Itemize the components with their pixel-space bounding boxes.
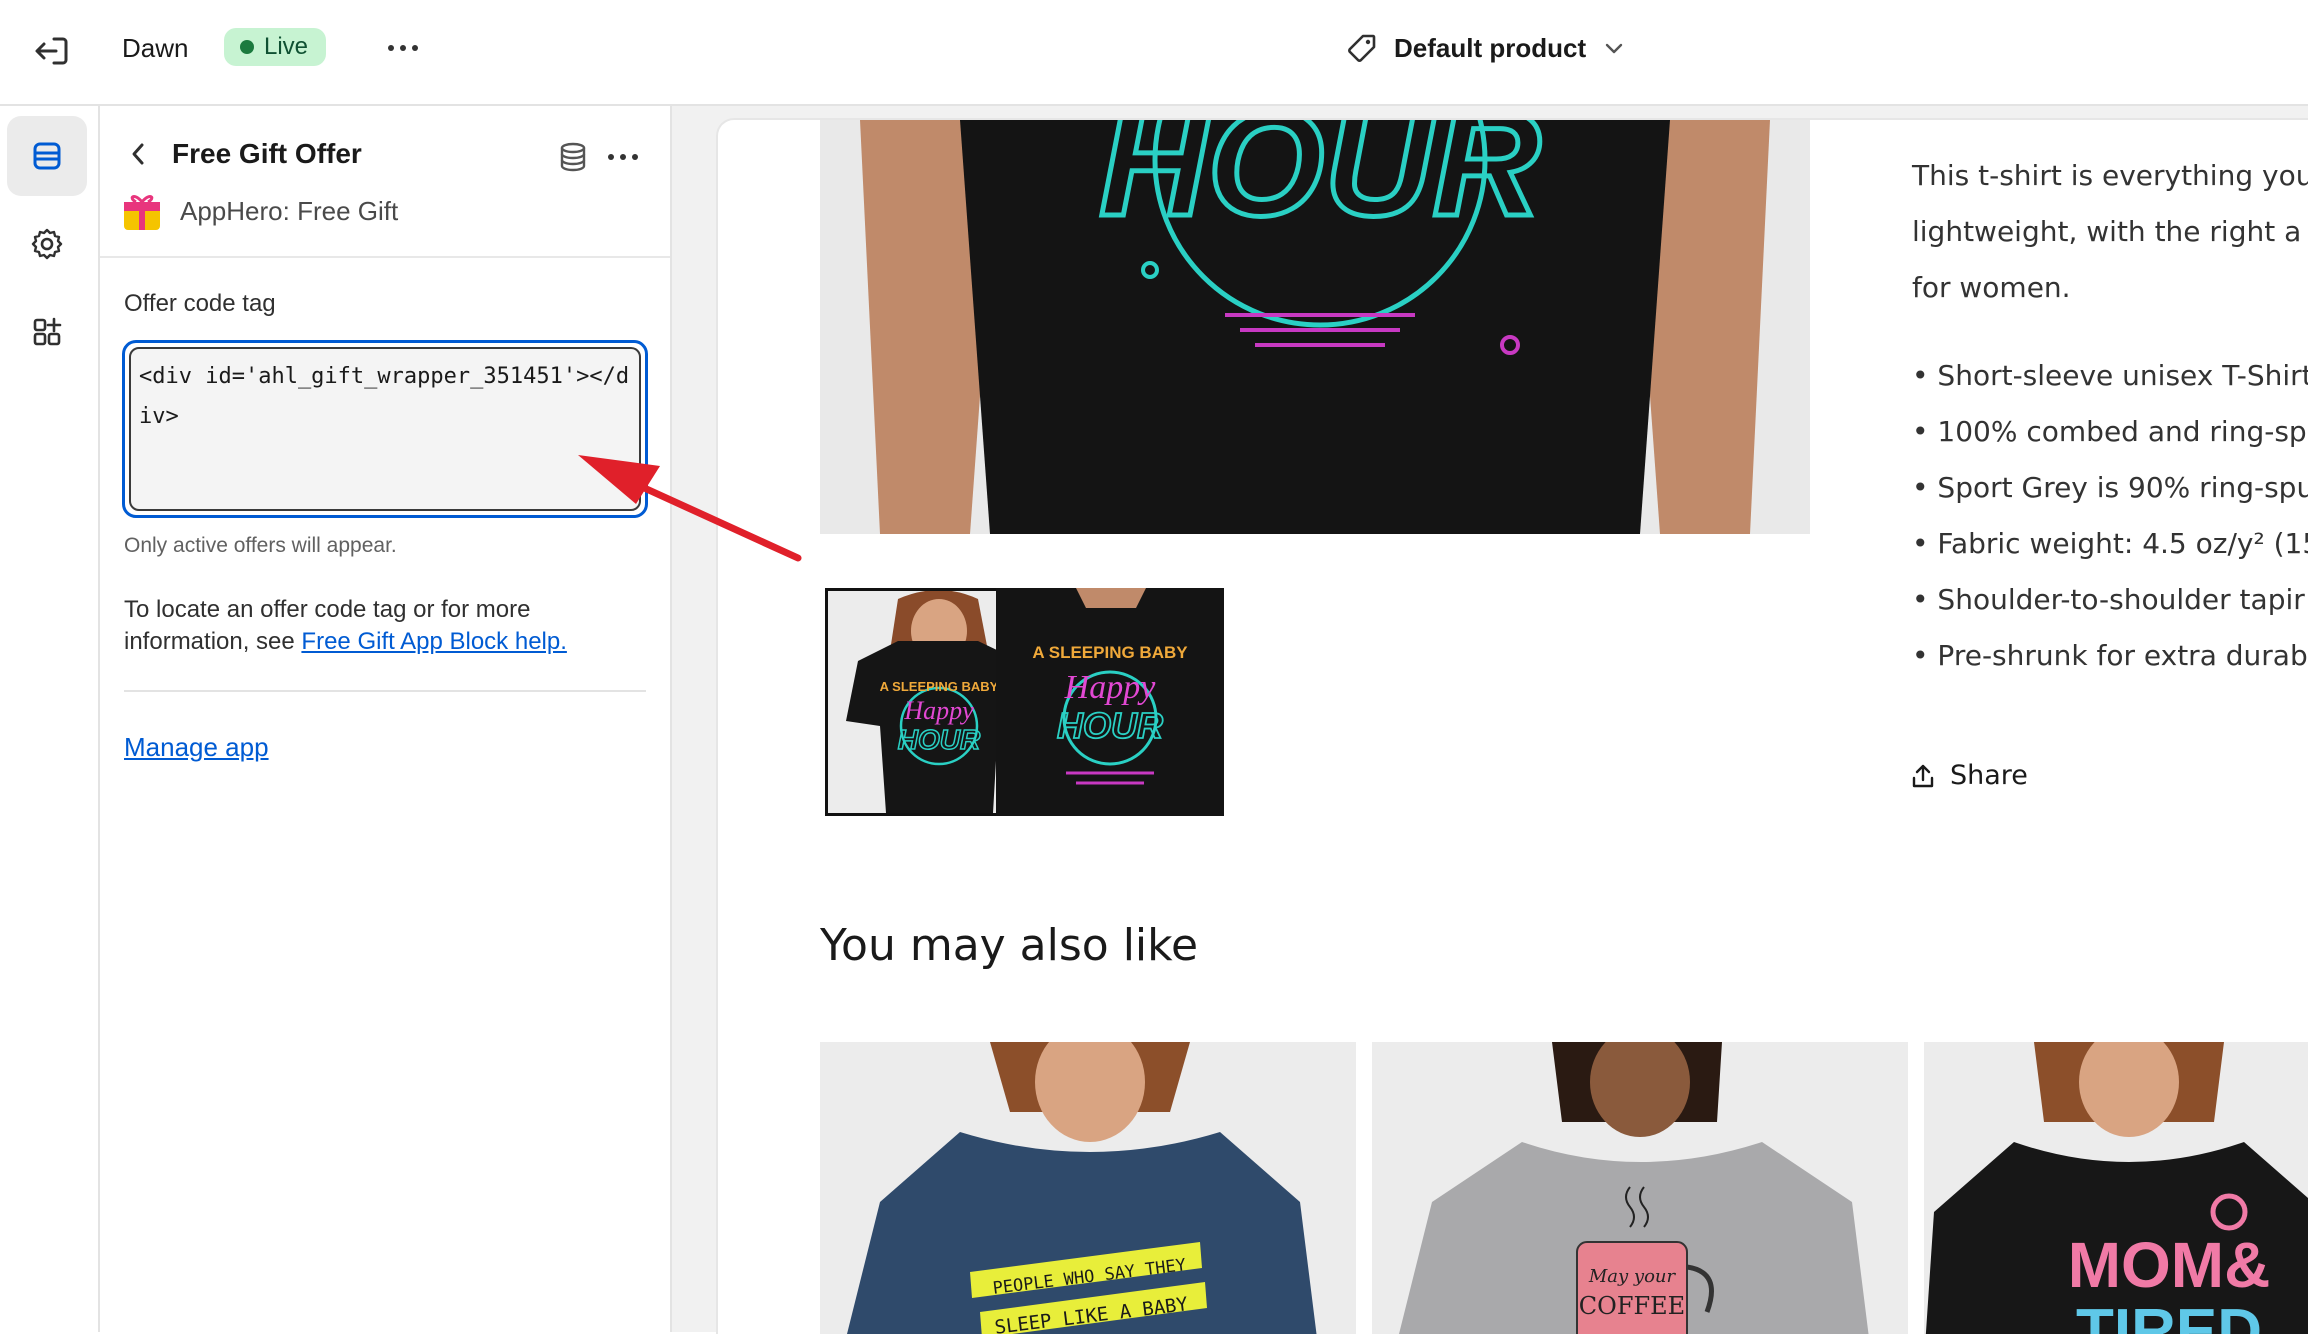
card-2-line2: COFFEE — [1579, 1292, 1685, 1320]
card-3-line2: TIRED — [2076, 1297, 2262, 1334]
product-template-select[interactable]: Default product — [1346, 26, 1626, 70]
live-label: Live — [264, 33, 309, 60]
database-icon[interactable] — [556, 140, 590, 174]
description-line: lightweight, with the right a — [1912, 215, 2302, 248]
thumb-2-line3: HOUR — [1057, 705, 1163, 746]
thumb-2-line1: A SLEEPING BABY — [1032, 643, 1188, 662]
main-product-image: HOUR — [820, 120, 1810, 534]
more-actions-button[interactable] — [382, 32, 424, 64]
live-status-badge: Live — [224, 28, 327, 66]
block-settings-panel: Free Gift Offer AppHero: Free Gift Offer… — [100, 106, 672, 1332]
share-button[interactable]: Share — [1910, 760, 2028, 791]
card-3-line1: MOM& — [2068, 1229, 2271, 1301]
offer-code-tag-label: Offer code tag — [124, 290, 276, 317]
related-product-card-1[interactable]: PEOPLE WHO SAY THEY SLEEP LIKE A BABY — [820, 1042, 1356, 1334]
product-description: This t-shirt is everything you lightweig… — [1912, 148, 2308, 316]
tag-icon — [1348, 34, 1376, 62]
offer-help-note: Only active offers will appear. — [124, 534, 397, 557]
block-more-button[interactable] — [604, 140, 642, 174]
block-title: Free Gift Offer — [172, 138, 362, 169]
gear-icon — [31, 228, 63, 260]
sections-icon — [33, 142, 61, 170]
card-2-line1: May your — [1588, 1266, 1677, 1287]
theme-settings-button[interactable] — [7, 204, 87, 284]
feature-item: Fabric weight: 4.5 oz/y² (15 — [1912, 516, 2308, 572]
storefront-preview: HOUR A SLEEPING BABY Happy HOUR A SLEEPI… — [716, 118, 2308, 1334]
description-line: for women. — [1912, 271, 2071, 304]
offer-help-text: To locate an offer code tag or for more … — [124, 594, 624, 658]
chevron-left-icon — [132, 143, 144, 165]
app-embeds-button[interactable] — [7, 292, 87, 372]
thumb-1-line3: HOUR — [898, 724, 981, 755]
store-name: Dawn — [122, 33, 189, 63]
help-link[interactable]: Free Gift App Block help. — [301, 628, 566, 655]
feature-item: Sport Grey is 90% ring-spu — [1912, 460, 2308, 516]
thumb-1-line1: A SLEEPING BABY — [880, 679, 999, 694]
share-icon — [1912, 764, 1934, 787]
feature-item: 100% combed and ring-spu — [1912, 404, 2308, 460]
exit-icon[interactable] — [30, 30, 72, 72]
sections-button[interactable] — [7, 116, 87, 196]
main-image-text: HOUR — [1099, 120, 1541, 247]
feature-item: Short-sleeve unisex T-Shirt — [1912, 348, 2308, 404]
description-line: This t-shirt is everything you — [1912, 159, 2308, 192]
manage-app-link[interactable]: Manage app — [124, 732, 269, 763]
panel-header: Free Gift Offer AppHero: Free Gift — [100, 106, 670, 258]
apphero-logo-icon — [122, 192, 162, 232]
app-name: AppHero: Free Gift — [180, 196, 399, 226]
thumb-2-line2: Happy — [1064, 669, 1157, 706]
editor-left-rail — [0, 106, 100, 1332]
live-dot-icon — [240, 40, 254, 54]
feature-item: Shoulder-to-shoulder tapir — [1912, 572, 2308, 628]
divider — [124, 690, 646, 692]
share-label: Share — [1950, 760, 2028, 791]
chevron-down-icon — [1605, 43, 1623, 54]
related-product-card-3[interactable]: MOM& TIRED — [1924, 1042, 2308, 1334]
apps-icon — [33, 317, 62, 346]
product-thumbnail-2[interactable]: A SLEEPING BABY Happy HOUR — [996, 588, 1224, 816]
offer-code-tag-textarea[interactable]: <div id='ahl_gift_wrapper_351451'></div> — [129, 347, 641, 511]
thumb-1-line2: Happy — [903, 696, 974, 725]
top-bar: Dawn Live Default product — [0, 0, 2308, 106]
offer-code-tag-field[interactable]: <div id='ahl_gift_wrapper_351451'></div> — [122, 340, 648, 518]
related-product-card-2[interactable]: May your COFFEE — [1372, 1042, 1908, 1334]
product-select-label: Default product — [1394, 32, 1587, 63]
product-feature-list: Short-sleeve unisex T-Shirt 100% combed … — [1912, 348, 2308, 684]
related-products-heading: You may also like — [820, 920, 1199, 971]
feature-item: Pre-shrunk for extra durab — [1912, 628, 2308, 684]
back-button[interactable] — [120, 132, 156, 176]
